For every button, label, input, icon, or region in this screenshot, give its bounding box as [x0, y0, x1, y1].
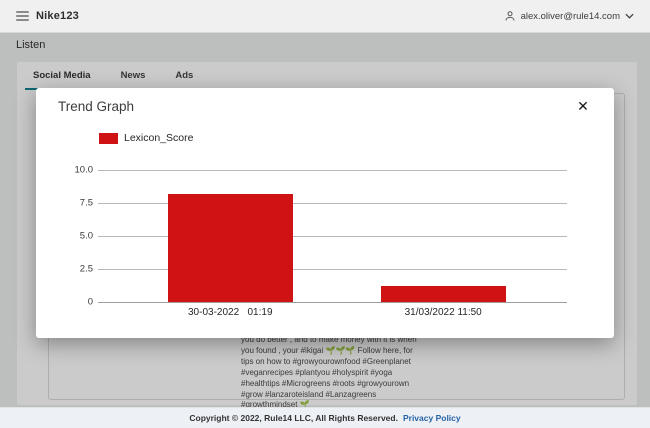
- y-axis-tick-label: 2.5: [80, 264, 93, 275]
- y-axis-tick-label: 5.0: [80, 231, 93, 242]
- trend-graph-modal: Trend Graph ✕ Lexicon_Score 10.0 7.5 5.0 2.…: [36, 88, 614, 338]
- y-axis-tick-label: 10.0: [75, 165, 94, 176]
- x-axis-tick-label: 31/03/2022 11:50: [405, 307, 482, 318]
- y-axis-tick-label: 7.5: [80, 198, 93, 209]
- chart-legend: Lexicon_Score: [99, 132, 193, 144]
- legend-swatch: [99, 133, 118, 144]
- copyright-text: Copyright © 2022, Rule14 LLC, All Rights…: [189, 413, 398, 423]
- topbar-left: Nike123: [16, 10, 79, 22]
- user-menu[interactable]: alex.oliver@rule14.com: [504, 10, 634, 22]
- footer: Copyright © 2022, Rule14 LLC, All Rights…: [0, 407, 650, 428]
- user-icon: [504, 10, 516, 22]
- app-window: Nike123 alex.oliver@rule14.com Listen So…: [0, 0, 650, 428]
- chevron-down-icon: [625, 13, 634, 19]
- legend-label: Lexicon_Score: [124, 132, 193, 144]
- user-email: alex.oliver@rule14.com: [521, 11, 620, 22]
- plot-area: 30-03-2022 01:1931/03/2022 11:50: [98, 170, 567, 302]
- x-axis-tick-label: 30-03-2022 01:19: [188, 307, 273, 318]
- gridline: [98, 170, 567, 171]
- privacy-policy-link[interactable]: Privacy Policy: [403, 413, 461, 423]
- brand-name[interactable]: Nike123: [36, 10, 79, 22]
- modal-title: Trend Graph: [58, 99, 134, 114]
- bar-Lexicon_Score[interactable]: [168, 194, 293, 302]
- y-axis-tick-label: 0: [88, 297, 93, 308]
- close-icon[interactable]: ✕: [572, 95, 594, 117]
- gridline: [98, 302, 567, 303]
- bar-Lexicon_Score[interactable]: [381, 286, 506, 302]
- y-axis: 10.07.55.02.50: [36, 170, 93, 302]
- topbar: Nike123 alex.oliver@rule14.com: [0, 0, 650, 33]
- menu-icon[interactable]: [16, 11, 29, 21]
